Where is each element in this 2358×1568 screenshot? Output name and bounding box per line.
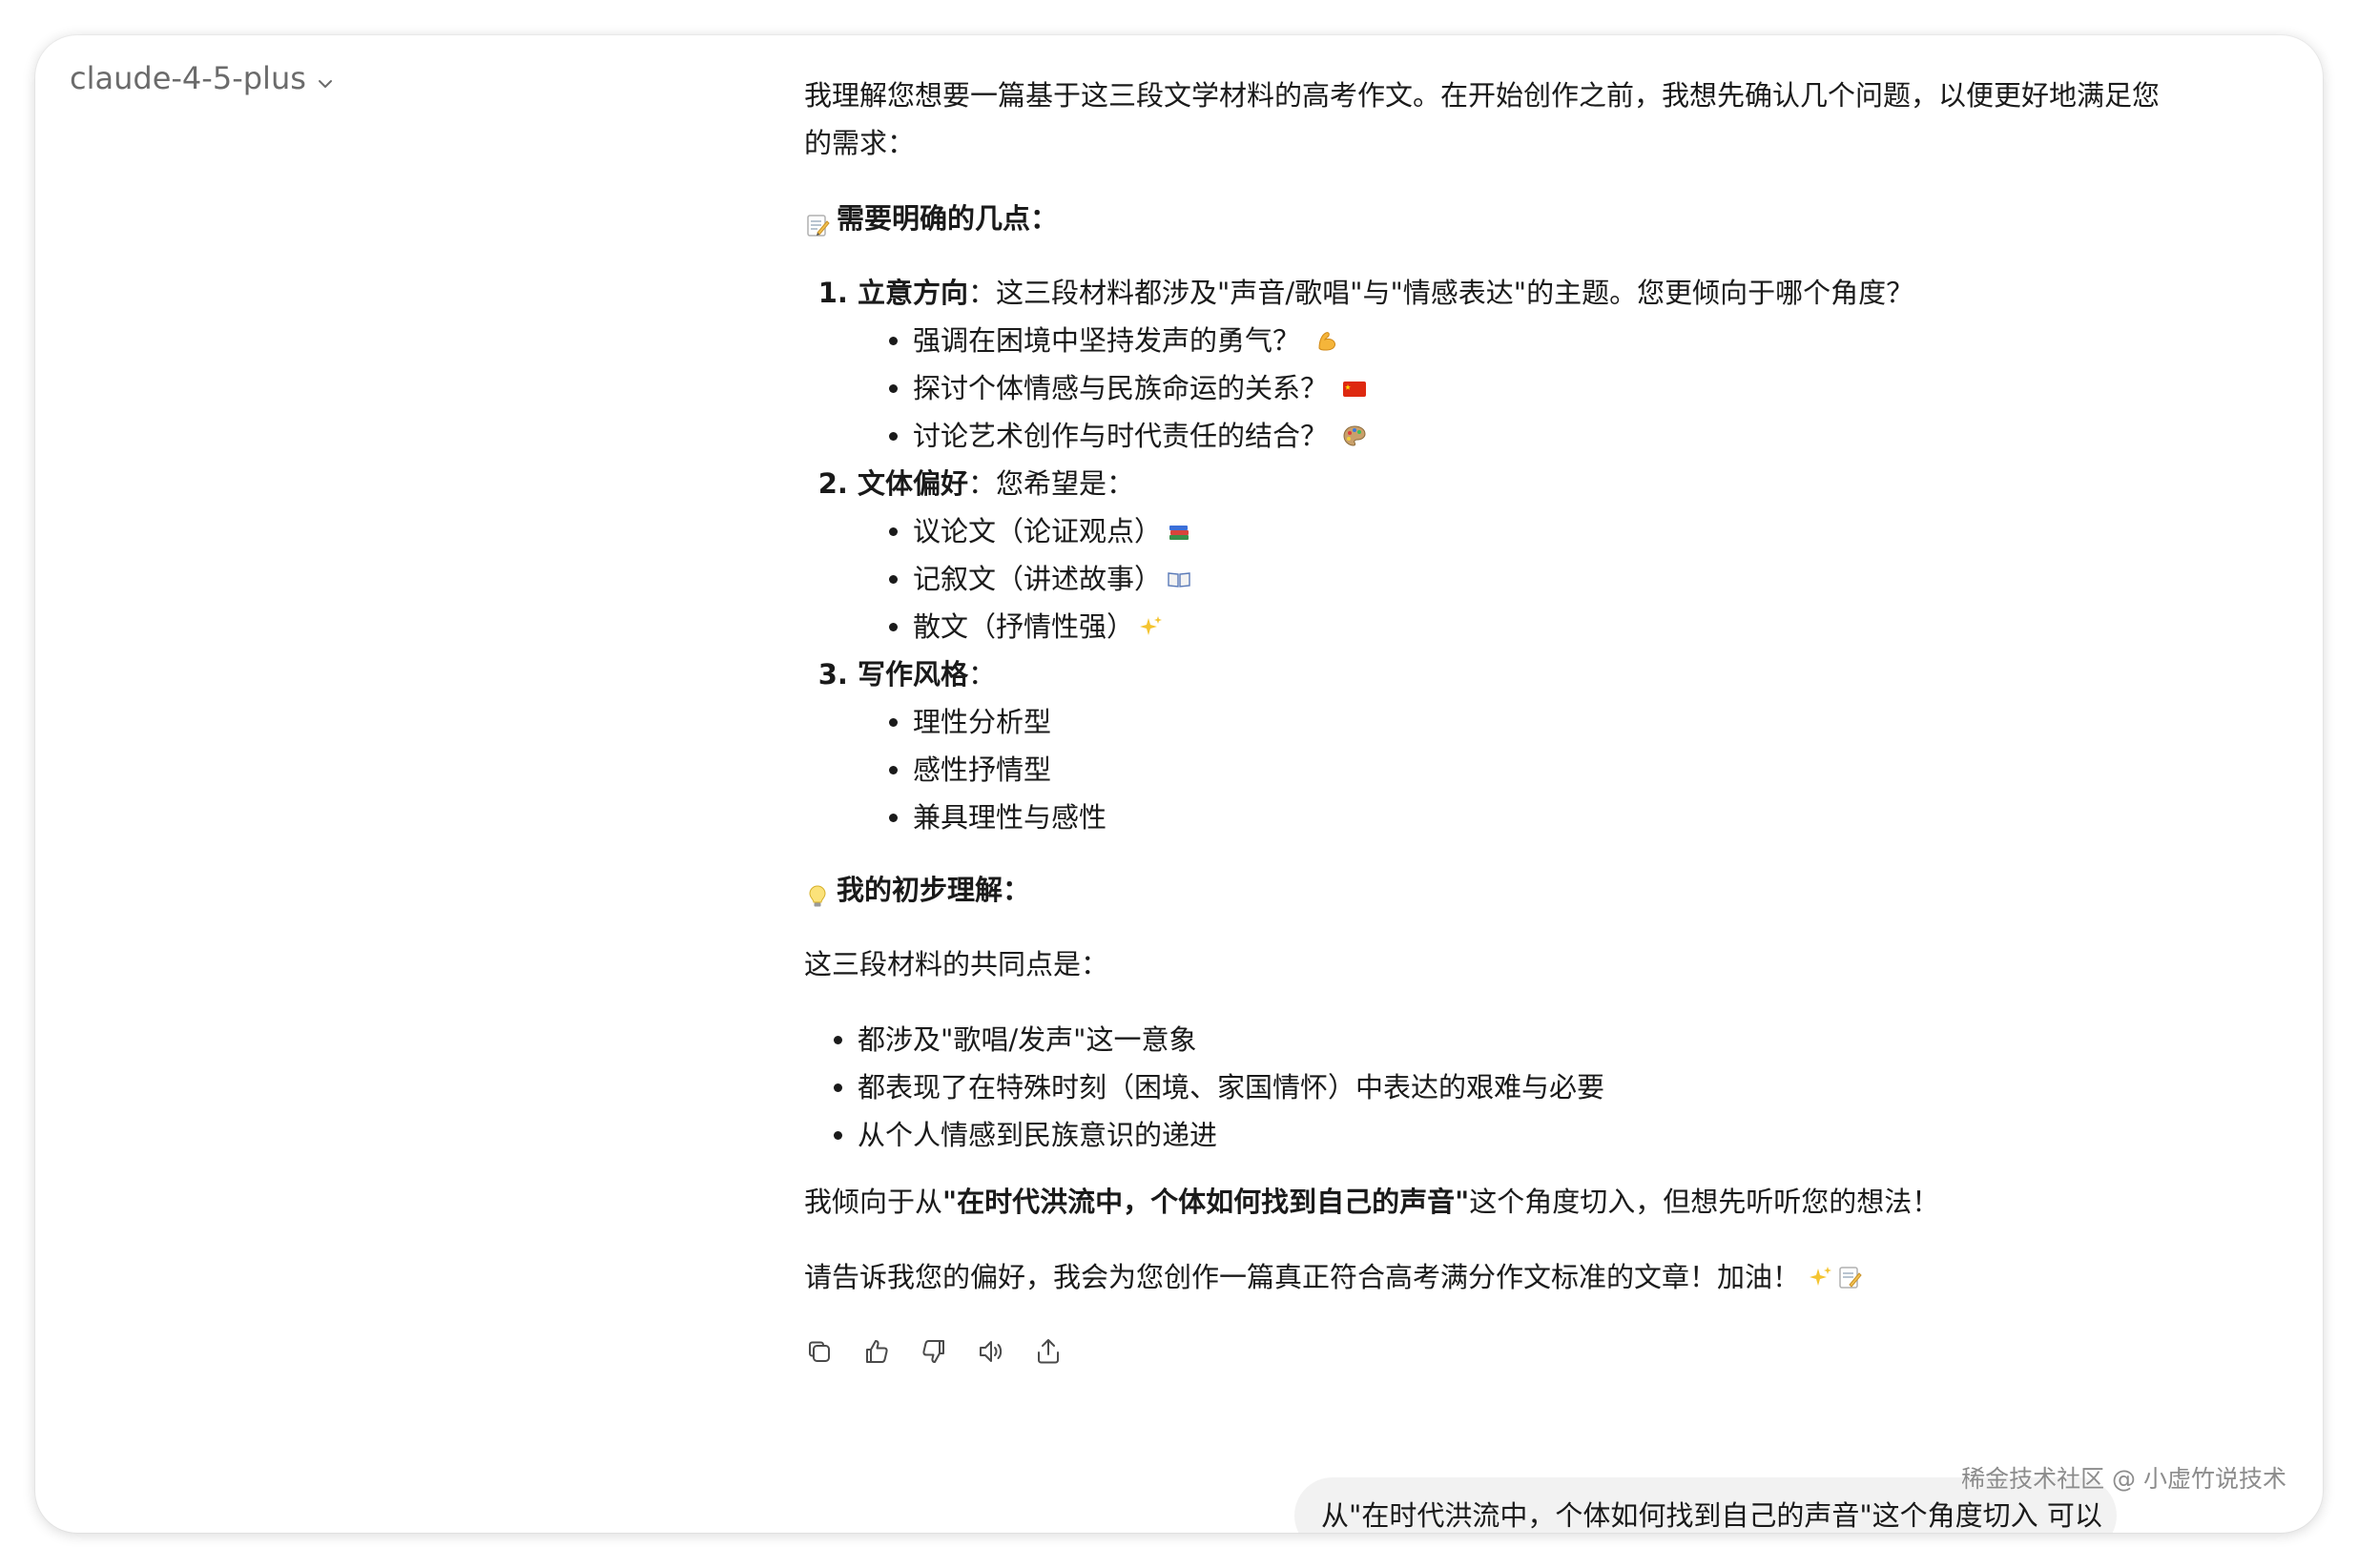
memo-icon	[804, 205, 831, 237]
common-points-list: 都涉及"歌唱/发声"这一意象 都表现了在特殊时刻（困境、家国情怀）中表达的艰难与…	[804, 1016, 2178, 1159]
tendency-bold: "在时代洪流中，个体如何找到自己的声音"	[942, 1186, 1470, 1218]
open-book-icon	[1166, 559, 1192, 588]
questions-heading: 需要明确的几点：	[804, 195, 2178, 242]
option-text: 理性分析型	[913, 706, 1052, 738]
questions-list: 立意方向：这三段材料都涉及"声音/歌唱"与"情感表达"的主题。您更倾向于哪个角度…	[804, 269, 2178, 841]
questions-heading-text: 需要明确的几点：	[837, 202, 1059, 235]
option-text: 兼具理性与感性	[913, 801, 1107, 834]
share-icon[interactable]	[1033, 1336, 1064, 1367]
common-point: 都表现了在特殊时刻（困境、家国情怀）中表达的艰难与必要	[858, 1063, 2178, 1111]
assistant-message: 我理解您想要一篇基于这三段文学材料的高考作文。在开始创作之前，我想先确认几个问题…	[804, 72, 2178, 1329]
option-item: 感性抒情型	[913, 746, 2178, 794]
question-title: 写作风格	[858, 658, 969, 691]
message-action-bar	[804, 1336, 1064, 1367]
option-text: 讨论艺术创作与时代责任的结合？	[913, 420, 1329, 452]
option-item: 讨论艺术创作与时代责任的结合？	[913, 412, 2178, 460]
option-text: 议论文（论证观点）	[913, 515, 1163, 547]
common-intro: 这三段材料的共同点是：	[804, 948, 1109, 980]
common-point: 从个人情感到民族意识的递进	[858, 1111, 2178, 1159]
option-text: 探讨个体情感与民族命运的关系？	[913, 372, 1329, 404]
option-item: 理性分析型	[913, 698, 2178, 746]
question-item: 写作风格： 理性分析型 感性抒情型 兼具理性与感性	[858, 650, 2178, 841]
question-item: 立意方向：这三段材料都涉及"声音/歌唱"与"情感表达"的主题。您更倾向于哪个角度…	[858, 269, 2178, 460]
response-intro: 我理解您想要一篇基于这三段文学材料的高考作文。在开始创作之前，我想先确认几个问题…	[804, 79, 2161, 159]
model-selector[interactable]: claude-4-5-plus	[70, 60, 337, 96]
understanding-heading-text: 我的初步理解：	[837, 874, 1031, 906]
watermark: 稀金技术社区 @ 小虚竹说技术	[1961, 1465, 2286, 1493]
question-text: ：	[968, 658, 997, 691]
question-item: 文体偏好：您希望是： 议论文（论证观点） 记叙文（讲述故事） 散文（抒情性强）	[858, 460, 2178, 650]
option-item: 议论文（论证观点）	[913, 507, 2178, 555]
option-item: 散文（抒情性强）	[913, 603, 2178, 650]
option-text: 强调在困境中坚持发声的勇气？	[913, 324, 1301, 357]
thumbs-up-icon[interactable]	[861, 1336, 892, 1367]
question-text: ：这三段材料都涉及"声音/歌唱"与"情感表达"的主题。您更倾向于哪个角度？	[968, 277, 1914, 309]
question-title: 立意方向	[858, 277, 969, 309]
option-list: 理性分析型 感性抒情型 兼具理性与感性	[858, 698, 2178, 841]
tendency-paragraph: 我倾向于从"在时代洪流中，个体如何找到自己的声音"这个角度切入，但想先听听您的想…	[804, 1178, 2178, 1226]
understanding-heading: 我的初步理解：	[804, 866, 2178, 914]
sparkles-icon	[1138, 607, 1165, 635]
option-item: 强调在困境中坚持发声的勇气？	[913, 317, 2178, 364]
option-item: 记叙文（讲述故事）	[913, 555, 2178, 603]
thumbs-down-icon[interactable]	[919, 1336, 949, 1367]
option-text: 记叙文（讲述故事）	[913, 563, 1163, 595]
option-text: 感性抒情型	[913, 753, 1052, 786]
palette-icon	[1341, 416, 1368, 446]
closing-paragraph: 请告诉我您的偏好，我会为您创作一篇真正符合高考满分作文标准的文章！加油！	[804, 1253, 2178, 1301]
closing-text: 请告诉我您的偏好，我会为您创作一篇真正符合高考满分作文标准的文章！加油！	[804, 1261, 1801, 1293]
question-text: ：您希望是：	[968, 467, 1135, 500]
option-list: 议论文（论证观点） 记叙文（讲述故事） 散文（抒情性强）	[858, 507, 2178, 650]
chevron-down-icon	[314, 67, 337, 90]
option-item: 兼具理性与感性	[913, 794, 2178, 841]
flexed-biceps-icon	[1313, 320, 1340, 351]
china-flag-icon	[1341, 368, 1368, 397]
copy-icon[interactable]	[804, 1336, 835, 1367]
user-message-text: 从"在时代洪流中，个体如何找到自己的声音"这个角度切入 可以	[1321, 1499, 2102, 1532]
light-bulb-icon	[804, 877, 831, 907]
model-selector-label: claude-4-5-plus	[70, 60, 306, 96]
speaker-icon[interactable]	[976, 1336, 1006, 1367]
tendency-suffix: 这个角度切入，但想先听听您的想法！	[1469, 1186, 1940, 1218]
option-list: 强调在困境中坚持发声的勇气？ 探讨个体情感与民族命运的关系？ 讨论艺术创作与时代…	[858, 317, 2178, 460]
sparkles-icon	[1808, 1257, 1834, 1286]
question-title: 文体偏好	[858, 467, 969, 500]
memo-icon	[1836, 1257, 1863, 1289]
books-icon	[1166, 511, 1192, 540]
tendency-prefix: 我倾向于从	[804, 1186, 943, 1218]
chat-window: claude-4-5-plus 我理解您想要一篇基于这三段文学材料的高考作文。在…	[35, 35, 2323, 1533]
option-text: 散文（抒情性强）	[913, 610, 1135, 643]
option-item: 探讨个体情感与民族命运的关系？	[913, 364, 2178, 412]
common-point: 都涉及"歌唱/发声"这一意象	[858, 1016, 2178, 1063]
